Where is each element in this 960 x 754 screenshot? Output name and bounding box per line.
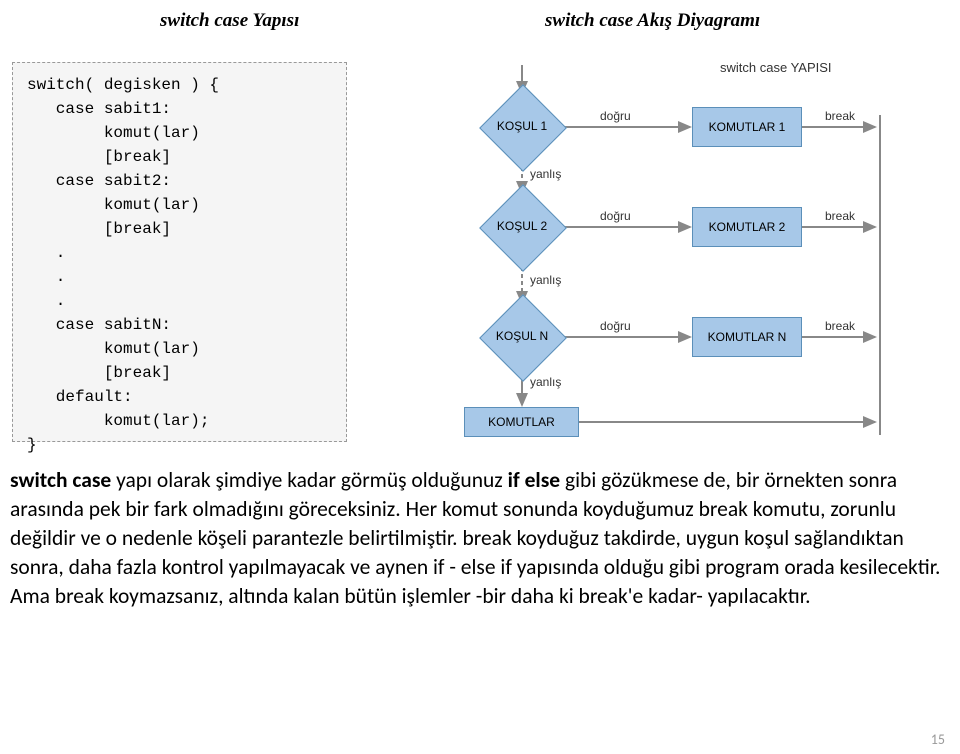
break-label-1: break <box>825 109 855 123</box>
code-content: switch( degisken ) { case sabit1: komut(… <box>27 73 332 457</box>
break-label-2: break <box>825 209 855 223</box>
commands-box-2: KOMUTLAR 2 <box>692 207 802 247</box>
bold-switch-case: switch case <box>10 467 111 493</box>
flowchart-diagram: switch case YAPISI KOŞUL 1 doğru KOMUTLA… <box>430 55 950 460</box>
commands-box-n: KOMUTLAR N <box>692 317 802 357</box>
true-label-2: doğru <box>600 209 631 223</box>
break-label-n: break <box>825 319 855 333</box>
default-commands-box: KOMUTLAR <box>464 407 579 437</box>
bold-if-else: if else <box>508 467 560 493</box>
heading-right: switch case Akış Diyagramı <box>545 10 760 32</box>
condition-label-2: KOŞUL 2 <box>482 219 562 233</box>
condition-label-n: KOŞUL N <box>482 329 562 343</box>
false-label-1: yanlış <box>530 167 561 181</box>
true-label-n: doğru <box>600 319 631 333</box>
condition-label-1: KOŞUL 1 <box>482 119 562 133</box>
code-box: switch( degisken ) { case sabit1: komut(… <box>12 62 347 442</box>
page-number: 15 <box>931 731 945 748</box>
false-label-n: yanlış <box>530 375 561 389</box>
false-label-2: yanlış <box>530 273 561 287</box>
commands-box-1: KOMUTLAR 1 <box>692 107 802 147</box>
heading-left: switch case Yapısı <box>160 10 299 32</box>
body-paragraph: switch case yapı olarak şimdiye kadar gö… <box>10 466 945 611</box>
para-text-1: yapı olarak şimdiye kadar görmüş olduğun… <box>111 467 507 493</box>
true-label-1: doğru <box>600 109 631 123</box>
